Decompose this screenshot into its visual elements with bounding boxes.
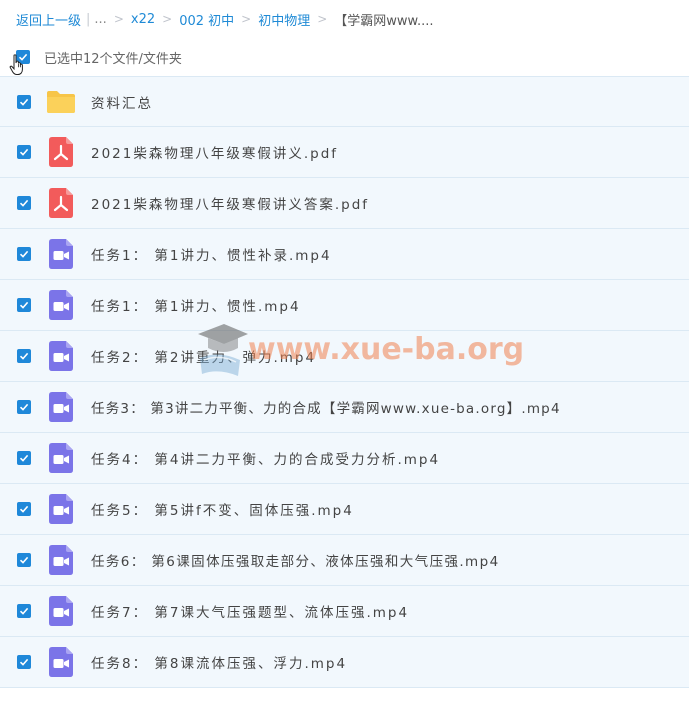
- back-link[interactable]: 返回上一级: [16, 10, 81, 29]
- list-item[interactable]: 任务2： 第2讲重力、弹力.mp4: [0, 331, 689, 382]
- row-checkbox[interactable]: [17, 145, 31, 159]
- selection-bar: 已选中12个文件/文件夹: [0, 38, 689, 76]
- file-name[interactable]: 任务4： 第4讲二力平衡、力的合成受力分析.mp4: [91, 448, 440, 468]
- pdf-icon: [46, 137, 76, 167]
- breadcrumb-ellipsis[interactable]: ...: [94, 12, 106, 27]
- check-icon: [19, 454, 29, 462]
- check-icon: [19, 658, 29, 666]
- check-icon: [19, 250, 29, 258]
- row-checkbox[interactable]: [17, 604, 31, 618]
- list-item[interactable]: 2021柴森物理八年级寒假讲义答案.pdf: [0, 178, 689, 229]
- row-checkbox[interactable]: [17, 655, 31, 669]
- file-list: 资料汇总 2021柴森物理八年级寒假讲义.pdf 2021柴森物理八年级寒假讲义…: [0, 76, 689, 688]
- video-icon: [46, 341, 76, 371]
- list-item[interactable]: 任务6： 第6课固体压强取走部分、液体压强和大气压强.mp4: [0, 535, 689, 586]
- list-item[interactable]: 任务3： 第3讲二力平衡、力的合成【学霸网www.xue-ba.org】.mp4: [0, 382, 689, 433]
- row-checkbox[interactable]: [17, 451, 31, 465]
- check-icon: [19, 199, 29, 207]
- video-icon: [46, 239, 76, 269]
- breadcrumb-item-x22[interactable]: x22: [131, 12, 155, 27]
- file-name[interactable]: 任务8： 第8课流体压强、浮力.mp4: [91, 652, 347, 672]
- file-name[interactable]: 任务5： 第5讲f不变、固体压强.mp4: [91, 499, 354, 519]
- list-item[interactable]: 任务1： 第1讲力、惯性补录.mp4: [0, 229, 689, 280]
- row-checkbox[interactable]: [17, 298, 31, 312]
- hand-cursor-icon: [9, 54, 23, 75]
- breadcrumb-item-middle-school[interactable]: 002 初中: [179, 10, 234, 29]
- row-checkbox[interactable]: [17, 349, 31, 363]
- list-item[interactable]: 任务4： 第4讲二力平衡、力的合成受力分析.mp4: [0, 433, 689, 484]
- folder-icon: [46, 87, 76, 117]
- check-icon: [19, 556, 29, 564]
- chevron-right-icon: >: [241, 12, 252, 26]
- list-item[interactable]: 任务7： 第7课大气压强题型、流体压强.mp4: [0, 586, 689, 637]
- list-item[interactable]: 任务8： 第8课流体压强、浮力.mp4: [0, 637, 689, 688]
- chevron-right-icon: >: [162, 12, 173, 26]
- row-checkbox[interactable]: [17, 247, 31, 261]
- check-icon: [19, 301, 29, 309]
- row-checkbox[interactable]: [17, 553, 31, 567]
- video-icon: [46, 545, 76, 575]
- row-checkbox[interactable]: [17, 502, 31, 516]
- breadcrumb: 返回上一级 | ... > x22 > 002 初中 > 初中物理 > 【学霸网…: [0, 0, 689, 38]
- selection-count: 已选中12个文件/文件夹: [44, 51, 182, 67]
- check-icon: [19, 607, 29, 615]
- list-item[interactable]: 资料汇总: [0, 76, 689, 127]
- file-name[interactable]: 2021柴森物理八年级寒假讲义答案.pdf: [91, 193, 369, 213]
- check-icon: [19, 505, 29, 513]
- video-icon: [46, 596, 76, 626]
- file-name[interactable]: 任务1： 第1讲力、惯性补录.mp4: [91, 244, 332, 264]
- file-name[interactable]: 任务6： 第6课固体压强取走部分、液体压强和大气压强.mp4: [91, 550, 500, 570]
- video-icon: [46, 392, 76, 422]
- chevron-right-icon: >: [317, 12, 328, 26]
- video-icon: [46, 443, 76, 473]
- file-name[interactable]: 任务2： 第2讲重力、弹力.mp4: [91, 346, 316, 366]
- file-name[interactable]: 任务3： 第3讲二力平衡、力的合成【学霸网www.xue-ba.org】.mp4: [91, 397, 561, 417]
- breadcrumb-current: 【学霸网www....: [334, 13, 434, 29]
- row-checkbox[interactable]: [17, 94, 31, 109]
- row-checkbox[interactable]: [17, 196, 31, 210]
- check-icon: [19, 98, 29, 106]
- file-name[interactable]: 资料汇总: [91, 92, 153, 112]
- check-icon: [19, 403, 29, 411]
- file-name[interactable]: 任务7： 第7课大气压强题型、流体压强.mp4: [91, 601, 409, 621]
- chevron-right-icon: >: [113, 12, 124, 26]
- list-item[interactable]: 任务5： 第5讲f不变、固体压强.mp4: [0, 484, 689, 535]
- pdf-icon: [46, 188, 76, 218]
- list-item[interactable]: 任务1： 第1讲力、惯性.mp4: [0, 280, 689, 331]
- file-name[interactable]: 2021柴森物理八年级寒假讲义.pdf: [91, 142, 338, 162]
- video-icon: [46, 647, 76, 677]
- breadcrumb-divider: |: [86, 11, 91, 27]
- list-item[interactable]: 2021柴森物理八年级寒假讲义.pdf: [0, 127, 689, 178]
- breadcrumb-item-physics[interactable]: 初中物理: [258, 10, 310, 29]
- video-icon: [46, 494, 76, 524]
- row-checkbox[interactable]: [17, 400, 31, 414]
- file-name[interactable]: 任务1： 第1讲力、惯性.mp4: [91, 295, 301, 315]
- video-icon: [46, 290, 76, 320]
- check-icon: [19, 148, 29, 156]
- check-icon: [19, 352, 29, 360]
